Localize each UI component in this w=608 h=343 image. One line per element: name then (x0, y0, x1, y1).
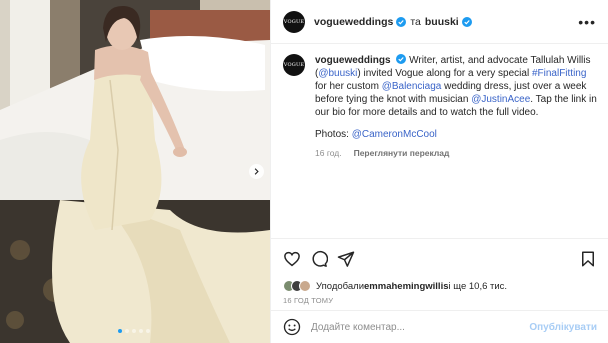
more-options-icon[interactable]: ••• (578, 14, 596, 30)
mention-link[interactable]: @buuski (318, 68, 357, 79)
author-username-suffix: s (387, 15, 394, 28)
liker-avatar (299, 280, 311, 292)
chevron-right-icon (254, 168, 259, 175)
carousel-dot (139, 329, 143, 333)
mention-link[interactable]: @JustinAcee (471, 94, 530, 105)
next-photo-button[interactable] (249, 164, 264, 179)
carousel-dot (146, 329, 150, 333)
mention-link[interactable]: @Balenciaga (382, 81, 442, 92)
author-username-text: voguewedding (314, 15, 388, 28)
comment-input[interactable] (311, 321, 530, 333)
likes-prefix: Уподобали (316, 280, 365, 292)
emoji-icon[interactable] (283, 318, 301, 336)
liker-username[interactable]: emmahemingwillis (364, 281, 448, 292)
comment-bar: Опублікувати (271, 310, 608, 343)
caption-author-suffix: s (385, 55, 391, 66)
hashtag-link[interactable]: #FinalFitting (532, 68, 586, 79)
coauthor-username[interactable]: buuski (425, 16, 459, 28)
publish-button[interactable]: Опублікувати (529, 322, 597, 333)
photo-credit-label: Photos: (315, 129, 352, 140)
caption-author-avatar[interactable]: VOGUE (283, 54, 305, 76)
caption-text: ) invited Vogue along for a very special (357, 68, 532, 79)
liker-avatars (283, 280, 311, 292)
likes-count: і ще 10,6 тис. (448, 280, 508, 292)
heart-icon[interactable] (283, 250, 301, 268)
post-header: VOGUE vogueweddings та buuski ••• (271, 0, 608, 44)
carousel-indicator (118, 329, 150, 333)
caption-text: for her custom (315, 81, 382, 92)
post-timestamp: 16 ГОД ТОМУ (283, 296, 334, 305)
post-caption: VOGUE vogueweddings Writer, artist, and … (283, 54, 601, 160)
carousel-dot (132, 329, 136, 333)
action-icons (283, 247, 597, 271)
coauthor-joiner: та (410, 15, 421, 28)
carousel-dot (118, 329, 122, 333)
caption-age: 16 год. (315, 148, 342, 158)
photo-credit: Photos: @CameronMcCool (315, 128, 599, 141)
bookmark-icon[interactable] (579, 250, 597, 268)
caption-meta: 16 год. Переглянути переклад (315, 147, 599, 160)
avatar-logo-text: VOGUE (283, 62, 305, 68)
post-photo[interactable] (0, 0, 270, 343)
caption-body: vogueweddings Writer, artist, and advoca… (315, 54, 599, 160)
verified-badge-icon (461, 16, 472, 27)
avatar-logo-text: VOGUE (283, 18, 305, 25)
see-translation-button[interactable]: Переглянути переклад (354, 147, 450, 160)
share-icon[interactable] (337, 250, 355, 268)
caption-author-username[interactable]: vogueweddings (315, 55, 391, 66)
author-avatar[interactable]: VOGUE (283, 10, 305, 33)
comment-icon[interactable] (310, 250, 328, 268)
post-details-panel: VOGUE vogueweddings та buuski ••• VOGUE … (270, 0, 608, 343)
verified-badge-icon (396, 54, 407, 64)
post-actions: Уподобали emmahemingwillis і ще 10,6 тис… (271, 238, 608, 305)
bride-photo-illustration (0, 0, 270, 343)
verified-badge-icon (396, 16, 407, 27)
likes-summary[interactable]: Уподобали emmahemingwillis і ще 10,6 тис… (283, 280, 597, 292)
caption-author-text: voguewedding (315, 55, 385, 66)
mention-link[interactable]: @CameronMcCool (352, 129, 437, 140)
carousel-dot (125, 329, 129, 333)
author-username[interactable]: vogueweddings (314, 16, 393, 28)
